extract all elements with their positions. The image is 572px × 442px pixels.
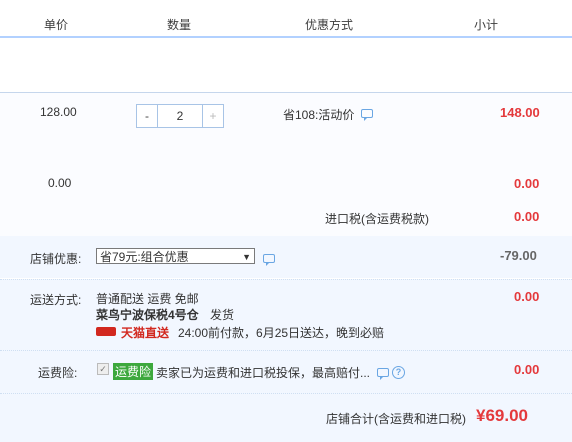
insurance-value: 0.00 <box>514 362 540 377</box>
shop-discount-chat-icon[interactable] <box>263 252 275 266</box>
qty-plus-button[interactable]: + <box>203 105 223 127</box>
total-value: ¥69.00 <box>476 406 528 425</box>
tax-label: 进口税(含运费税款) <box>325 212 429 226</box>
tax-value: 0.00 <box>514 209 540 224</box>
insurance-checkbox[interactable]: ✓ <box>97 363 109 375</box>
shipping-method: 普通配送 运费 免邮 <box>96 292 199 306</box>
shipping-label: 运送方式: <box>30 293 82 307</box>
quantity-stepper: - 2 + <box>136 104 224 128</box>
insurance-text: 卖家已为运费和进口税投保，最高赔付... <box>156 366 371 380</box>
extra-price: 0.00 <box>48 176 72 190</box>
tmall-brand: 天猫直送 <box>121 326 170 340</box>
item-subtotal: 148.00 <box>500 105 540 120</box>
total-label: 店铺合计(含运费和进口税) <box>326 412 466 426</box>
qty-input[interactable]: 2 <box>157 105 203 127</box>
shop-discount-value: -79.00 <box>500 248 537 263</box>
shop-discount-label: 店铺优惠: <box>30 252 82 266</box>
table-header: 单价 数量 优惠方式 小计 <box>0 0 572 38</box>
col-subtotal-header: 小计 <box>474 18 499 32</box>
col-price-header: 单价 <box>44 18 69 32</box>
col-qty-header: 数量 <box>167 18 192 32</box>
dropdown-arrow-icon: ▼ <box>242 252 251 262</box>
shop-discount-row <box>0 236 572 278</box>
insurance-label: 运费险: <box>38 366 78 380</box>
qty-minus-button[interactable]: - <box>137 105 157 127</box>
ship-text: 发货 <box>210 308 235 322</box>
extra-subtotal: 0.00 <box>514 176 540 191</box>
shop-discount-select[interactable]: 省79元:组合优惠 ▼ <box>96 248 255 264</box>
delivery-note: 24:00前付款，6月25日送达，晚到必赔 <box>178 326 385 340</box>
insurance-chat-icon[interactable] <box>377 366 389 380</box>
discount-chat-icon[interactable] <box>361 107 373 121</box>
tmall-logo-icon <box>96 324 116 338</box>
help-icon[interactable]: ? <box>392 364 405 379</box>
col-discount-header: 优惠方式 <box>305 18 354 32</box>
shipping-value: 0.00 <box>514 289 540 304</box>
shop-discount-selected: 省79元:组合优惠 <box>100 250 189 264</box>
insurance-badge: 运费险 <box>113 363 154 380</box>
unit-price: 128.00 <box>40 105 77 119</box>
warehouse-name: 菜鸟宁波保税4号仓 <box>96 308 199 322</box>
discount-text: 省108:活动价 <box>283 108 355 122</box>
